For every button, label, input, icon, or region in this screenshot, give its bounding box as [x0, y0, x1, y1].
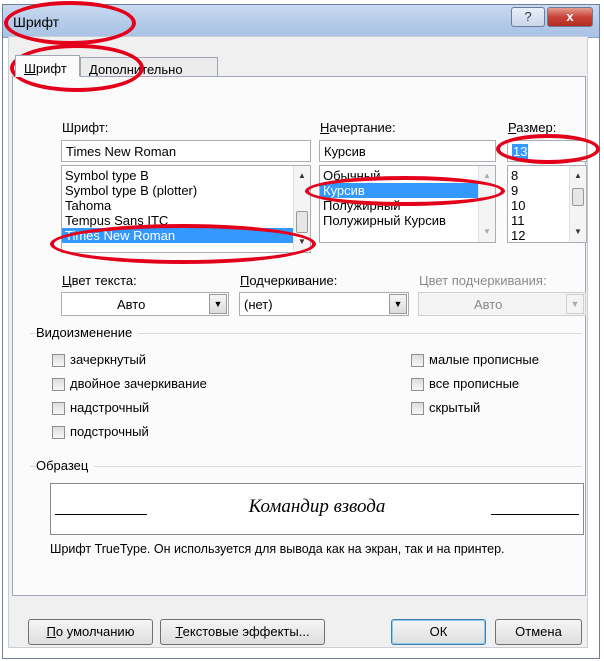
close-icon: x — [566, 9, 574, 24]
underline-value: (нет) — [244, 297, 273, 312]
double-strikethrough-checkbox[interactable] — [52, 378, 65, 391]
text-effects-button[interactable]: Текстовые эффекты... — [160, 619, 325, 645]
scroll-up-icon[interactable]: ▲ — [570, 168, 586, 184]
underline-color-value: Авто — [474, 297, 503, 312]
scroll-down-icon[interactable]: ▼ — [294, 234, 310, 250]
preview-sample-text: Командир взвода — [248, 496, 386, 517]
size-list-scrollbar[interactable]: ▲ ▼ — [569, 166, 586, 242]
preview-note: Шрифт TrueType. Он используется для выво… — [50, 542, 505, 556]
window-title: Шрифт — [13, 14, 60, 30]
list-item[interactable]: Обычный — [320, 168, 495, 183]
help-icon: ? — [524, 9, 532, 24]
chevron-down-icon[interactable]: ▼ — [209, 294, 227, 314]
tab-font-label: рифт — [35, 61, 67, 76]
preview-label: Образец — [36, 458, 95, 473]
scroll-up-icon[interactable]: ▲ — [479, 168, 495, 184]
chevron-down-icon[interactable]: ▼ — [389, 294, 407, 314]
list-item[interactable]: Tahoma — [62, 198, 310, 213]
subscript-checkbox[interactable] — [52, 426, 65, 439]
superscript-checkbox[interactable] — [52, 402, 65, 415]
font-label: Шрифт: — [62, 120, 109, 135]
style-list-scrollbar[interactable]: ▲ ▼ — [478, 166, 495, 242]
text-color-label: Цвет текста: — [62, 273, 137, 288]
scroll-down-icon[interactable]: ▼ — [479, 224, 495, 240]
list-item[interactable]: Полужирный — [320, 198, 495, 213]
size-input[interactable]: 13 — [507, 140, 587, 162]
all-caps-checkbox[interactable] — [411, 378, 424, 391]
superscript-label: надстрочный — [70, 400, 150, 415]
scroll-thumb[interactable] — [572, 188, 584, 206]
font-name-input[interactable]: Times New Roman — [61, 140, 311, 162]
style-input[interactable]: Курсив — [319, 140, 496, 162]
chevron-down-icon: ▼ — [566, 294, 584, 314]
list-item[interactable]: Symbol type B — [62, 168, 310, 183]
tab-font-hotkey: Ш — [24, 61, 36, 76]
hidden-label: скрытый — [429, 400, 481, 415]
title-bar[interactable]: Шрифт ? x — [3, 5, 599, 38]
font-list[interactable]: Symbol type B Symbol type B (plotter) Ta… — [61, 165, 311, 253]
tab-advanced[interactable]: Дополнительно — [80, 57, 218, 77]
help-button[interactable]: ? — [511, 7, 545, 27]
set-default-button[interactable]: По умолчанию — [28, 619, 153, 645]
size-value: 13 — [512, 144, 529, 159]
list-item-selected[interactable]: Курсив — [320, 183, 478, 198]
style-list[interactable]: Обычный Курсив Полужирный Полужирный Кур… — [319, 165, 496, 243]
ok-button[interactable]: ОК — [391, 619, 486, 645]
style-label: Начертание: — [320, 120, 396, 135]
underline-label: Подчеркивание: — [240, 273, 338, 288]
underline-select[interactable]: (нет) ▼ — [239, 292, 409, 316]
scroll-down-icon[interactable]: ▼ — [570, 224, 586, 240]
list-item-selected[interactable]: Times New Roman — [62, 228, 293, 243]
underline-color-label: Цвет подчеркивания: — [419, 273, 547, 288]
text-color-select[interactable]: Авто ▼ — [61, 292, 229, 316]
preview-box: Командир взвода — [50, 483, 584, 535]
subscript-label: подстрочный — [70, 424, 149, 439]
small-caps-label: малые прописные — [429, 352, 539, 367]
strikethrough-checkbox[interactable] — [52, 354, 65, 367]
strikethrough-label: зачеркнутый — [70, 352, 147, 367]
double-strikethrough-label: двойное зачеркивание — [70, 376, 207, 391]
text-color-value: Авто — [117, 297, 146, 312]
font-list-scrollbar[interactable]: ▲ ▼ — [293, 166, 310, 252]
preview-divider — [30, 466, 582, 467]
tab-advanced-label: ополнительно — [97, 62, 183, 77]
tab-advanced-hotkey: Д — [89, 62, 98, 77]
list-item[interactable]: Symbol type B (plotter) — [62, 183, 310, 198]
hidden-checkbox[interactable] — [411, 402, 424, 415]
small-caps-checkbox[interactable] — [411, 354, 424, 367]
scroll-thumb[interactable] — [296, 211, 308, 233]
underline-color-select: Авто ▼ — [418, 292, 586, 316]
effects-label: Видоизменение — [36, 325, 139, 340]
close-button[interactable]: x — [547, 7, 593, 27]
all-caps-label: все прописные — [429, 376, 520, 391]
cancel-button[interactable]: Отмена — [495, 619, 582, 645]
list-item[interactable]: Полужирный Курсив — [320, 213, 495, 228]
size-label: Размер: — [508, 120, 557, 135]
list-item[interactable]: Tempus Sans ITC — [62, 213, 310, 228]
size-list[interactable]: 8 9 10 11 12 ▲ ▼ — [507, 165, 587, 243]
tab-font[interactable]: Шрифт — [15, 55, 80, 77]
scroll-up-icon[interactable]: ▲ — [294, 168, 310, 184]
